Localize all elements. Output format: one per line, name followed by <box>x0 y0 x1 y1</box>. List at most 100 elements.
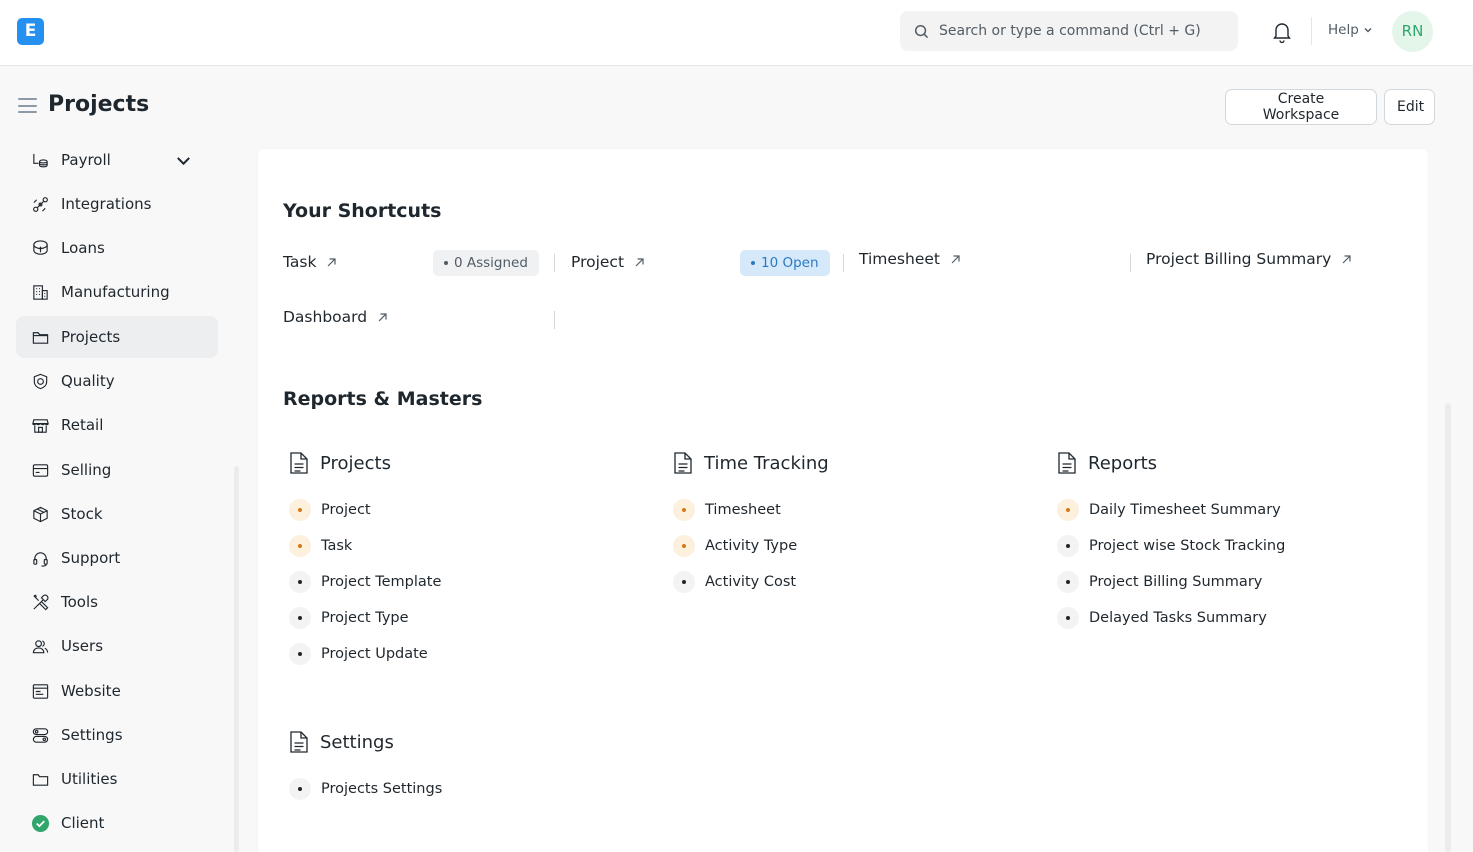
shortcut-timesheet[interactable]: Timesheet <box>859 250 961 268</box>
sidebar-item-payroll[interactable]: Payroll <box>16 142 218 181</box>
link-label: Project <box>321 502 371 518</box>
workspace-content: Your Shortcuts Task 0 Assigned Project 1… <box>258 149 1428 852</box>
document-icon <box>1058 452 1076 474</box>
shortcuts-title: Your Shortcuts <box>283 200 442 222</box>
shortcut-separator <box>554 311 555 329</box>
sidebar-item-label: Support <box>61 549 121 567</box>
sidebar: Payroll Integrations Loans Manufacturing… <box>16 142 226 852</box>
user-avatar[interactable]: RN <box>1392 11 1433 52</box>
sidebar-toggle-icon[interactable] <box>18 98 37 113</box>
sidebar-item-selling[interactable]: Selling <box>16 449 218 491</box>
link-activity-type[interactable]: Activity Type <box>673 535 797 557</box>
sidebar-item-label: Quality <box>61 372 115 390</box>
project-open-badge[interactable]: 10 Open <box>740 250 830 276</box>
card-title: Time Tracking <box>704 452 829 474</box>
sidebar-item-tools[interactable]: Tools <box>16 581 218 623</box>
sidebar-item-support[interactable]: Support <box>16 537 218 579</box>
shortcut-project[interactable]: Project <box>571 253 645 271</box>
box-icon <box>33 506 48 522</box>
sidebar-item-label: Projects <box>61 328 121 346</box>
sidebar-item-quality[interactable]: Quality <box>16 360 218 402</box>
link-activity-cost[interactable]: Activity Cost <box>673 571 796 593</box>
chevron-down-icon[interactable] <box>174 151 193 170</box>
link-project-wise-stock-tracking[interactable]: Project wise Stock Tracking <box>1057 535 1285 557</box>
shortcut-label: Project <box>571 253 625 271</box>
sidebar-item-label: Stock <box>61 505 103 523</box>
edit-button[interactable]: Edit <box>1384 89 1435 125</box>
search-bar[interactable] <box>900 11 1238 51</box>
sidebar-item-label: Selling <box>61 461 112 479</box>
sidebar-item-label: Tools <box>61 593 98 611</box>
link-label: Projects Settings <box>321 781 443 797</box>
sidebar-item-website[interactable]: Website <box>16 670 218 712</box>
sidebar-item-manufacturing[interactable]: Manufacturing <box>16 271 218 313</box>
create-workspace-button[interactable]: Create Workspace <box>1225 89 1377 125</box>
shortcut-label: Dashboard <box>283 308 368 326</box>
link-task[interactable]: Task <box>289 535 352 557</box>
link-projects-settings[interactable]: Projects Settings <box>289 778 442 800</box>
sidebar-item-projects[interactable]: Projects <box>16 316 218 358</box>
link-label: Daily Timesheet Summary <box>1089 502 1281 518</box>
navbar: E Help RN <box>0 0 1473 66</box>
card-reports: Reports <box>1057 451 1157 475</box>
main-scrollbar[interactable] <box>1445 403 1451 852</box>
link-label: Timesheet <box>705 502 781 518</box>
loan-icon <box>33 239 48 255</box>
sidebar-item-label: Website <box>61 682 121 700</box>
shortcut-dashboard[interactable]: Dashboard <box>283 308 388 326</box>
sidebar-item-label: Manufacturing <box>61 283 170 301</box>
shortcut-separator <box>554 254 555 272</box>
link-timesheet[interactable]: Timesheet <box>673 499 781 521</box>
link-project[interactable]: Project <box>289 499 371 521</box>
help-label: Help <box>1328 22 1359 38</box>
sidebar-item-label: Utilities <box>61 770 118 788</box>
sidebar-item-stock[interactable]: Stock <box>16 493 218 535</box>
document-icon <box>290 452 308 474</box>
badge-label: 10 Open <box>761 255 819 271</box>
sidebar-item-settings[interactable]: Settings <box>16 714 218 756</box>
check-circle-icon <box>31 814 50 832</box>
notification-bell-icon[interactable] <box>1272 21 1292 43</box>
card-settings: Settings <box>289 730 394 754</box>
link-label: Delayed Tasks Summary <box>1089 610 1267 626</box>
link-project-template[interactable]: Project Template <box>289 571 441 593</box>
badge-label: 0 Assigned <box>454 255 528 271</box>
sidebar-scrollbar[interactable] <box>234 466 239 852</box>
arrow-up-right-icon <box>328 257 337 266</box>
arrow-up-right-icon <box>378 312 387 321</box>
search-icon <box>914 24 929 38</box>
link-label: Task <box>321 538 353 554</box>
link-label: Project Type <box>321 610 409 626</box>
sidebar-item-label: Integrations <box>61 195 152 213</box>
folder-icon <box>32 773 49 786</box>
sidebar-item-retail[interactable]: Retail <box>16 404 218 446</box>
link-project-billing-summary[interactable]: Project Billing Summary <box>1057 571 1262 593</box>
card-title: Projects <box>320 452 391 474</box>
shortcut-project-billing-summary[interactable]: Project Billing Summary <box>1146 250 1352 268</box>
link-daily-timesheet-summary[interactable]: Daily Timesheet Summary <box>1057 499 1281 521</box>
sidebar-item-label: Payroll <box>61 151 111 169</box>
factory-icon <box>33 284 48 300</box>
link-delayed-tasks-summary[interactable]: Delayed Tasks Summary <box>1057 607 1267 629</box>
link-label: Project Update <box>321 646 428 662</box>
link-project-type[interactable]: Project Type <box>289 607 409 629</box>
sidebar-item-utilities[interactable]: Utilities <box>16 758 218 800</box>
sidebar-item-users[interactable]: Users <box>16 625 218 667</box>
settings-icon <box>32 727 49 743</box>
task-assigned-badge[interactable]: 0 Assigned <box>433 250 539 276</box>
website-icon <box>32 683 49 699</box>
sidebar-item-client[interactable]: Client <box>16 802 218 844</box>
sidebar-item-integrations[interactable]: Integrations <box>16 183 218 225</box>
link-label: Project wise Stock Tracking <box>1089 538 1286 554</box>
sidebar-item-label: Client <box>61 814 105 832</box>
quality-icon <box>33 373 48 389</box>
shortcut-label: Timesheet <box>859 250 940 268</box>
app-logo[interactable]: E <box>17 18 44 45</box>
sidebar-item-loans[interactable]: Loans <box>16 227 218 269</box>
search-input[interactable] <box>939 23 1229 39</box>
sidebar-item-label: Loans <box>61 239 105 257</box>
shortcut-task[interactable]: Task <box>283 253 337 271</box>
link-project-update[interactable]: Project Update <box>289 643 428 665</box>
help-dropdown[interactable]: Help <box>1328 22 1373 38</box>
chevron-down-icon <box>1364 27 1372 33</box>
